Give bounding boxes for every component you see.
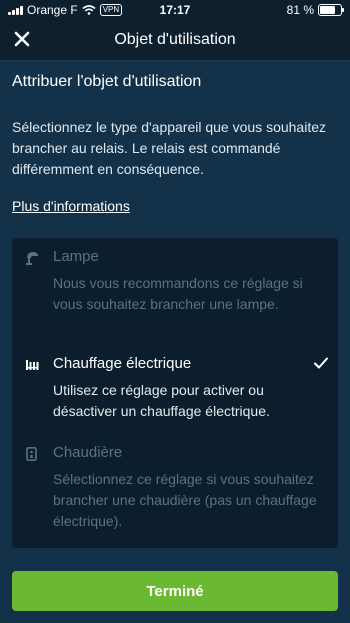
status-bar: Orange F VPN 17:17 81 % [0,0,350,20]
option-label: Chaudière [53,444,123,461]
option-label: Lampe [53,248,99,265]
option-label: Chauffage électrique [53,355,192,372]
battery-icon [318,4,344,16]
lamp-icon [26,252,38,265]
more-info-link[interactable]: Plus d'informations [12,198,130,214]
checkmark-icon [314,357,328,369]
option-description: Sélectionnez ce réglage si vous souhaite… [53,471,317,529]
section-heading: Attribuer l'objet d'utilisation [12,73,202,90]
option-description: Nous vous recommandons ce réglage si vou… [53,275,303,312]
boiler-icon [26,447,37,461]
options-list: Lampe Nous vous recommandons ce réglage … [12,238,338,548]
page-title: Objet d'utilisation [114,31,236,48]
navigation-bar: Objet d'utilisation [0,20,350,61]
option-chaudiere[interactable]: Chaudière Sélectionnez ce réglage si vou… [12,444,338,534]
battery-fill [320,6,335,14]
done-button[interactable]: Terminé [12,571,338,611]
main-content: Attribuer l'objet d'utilisation Sélectio… [0,61,350,623]
battery-group: 81 % [286,3,344,17]
heater-icon [26,360,39,370]
option-lampe[interactable]: Lampe Nous vous recommandons ce réglage … [12,248,338,336]
section-description: Sélectionnez le type d'appareil que vous… [12,119,326,177]
option-description: Utilisez ce réglage pour activer ou désa… [53,382,270,419]
option-chauffage-electrique[interactable]: Chauffage électrique Utilisez ce réglage… [12,355,338,425]
battery-percent: 81 % [286,3,314,17]
